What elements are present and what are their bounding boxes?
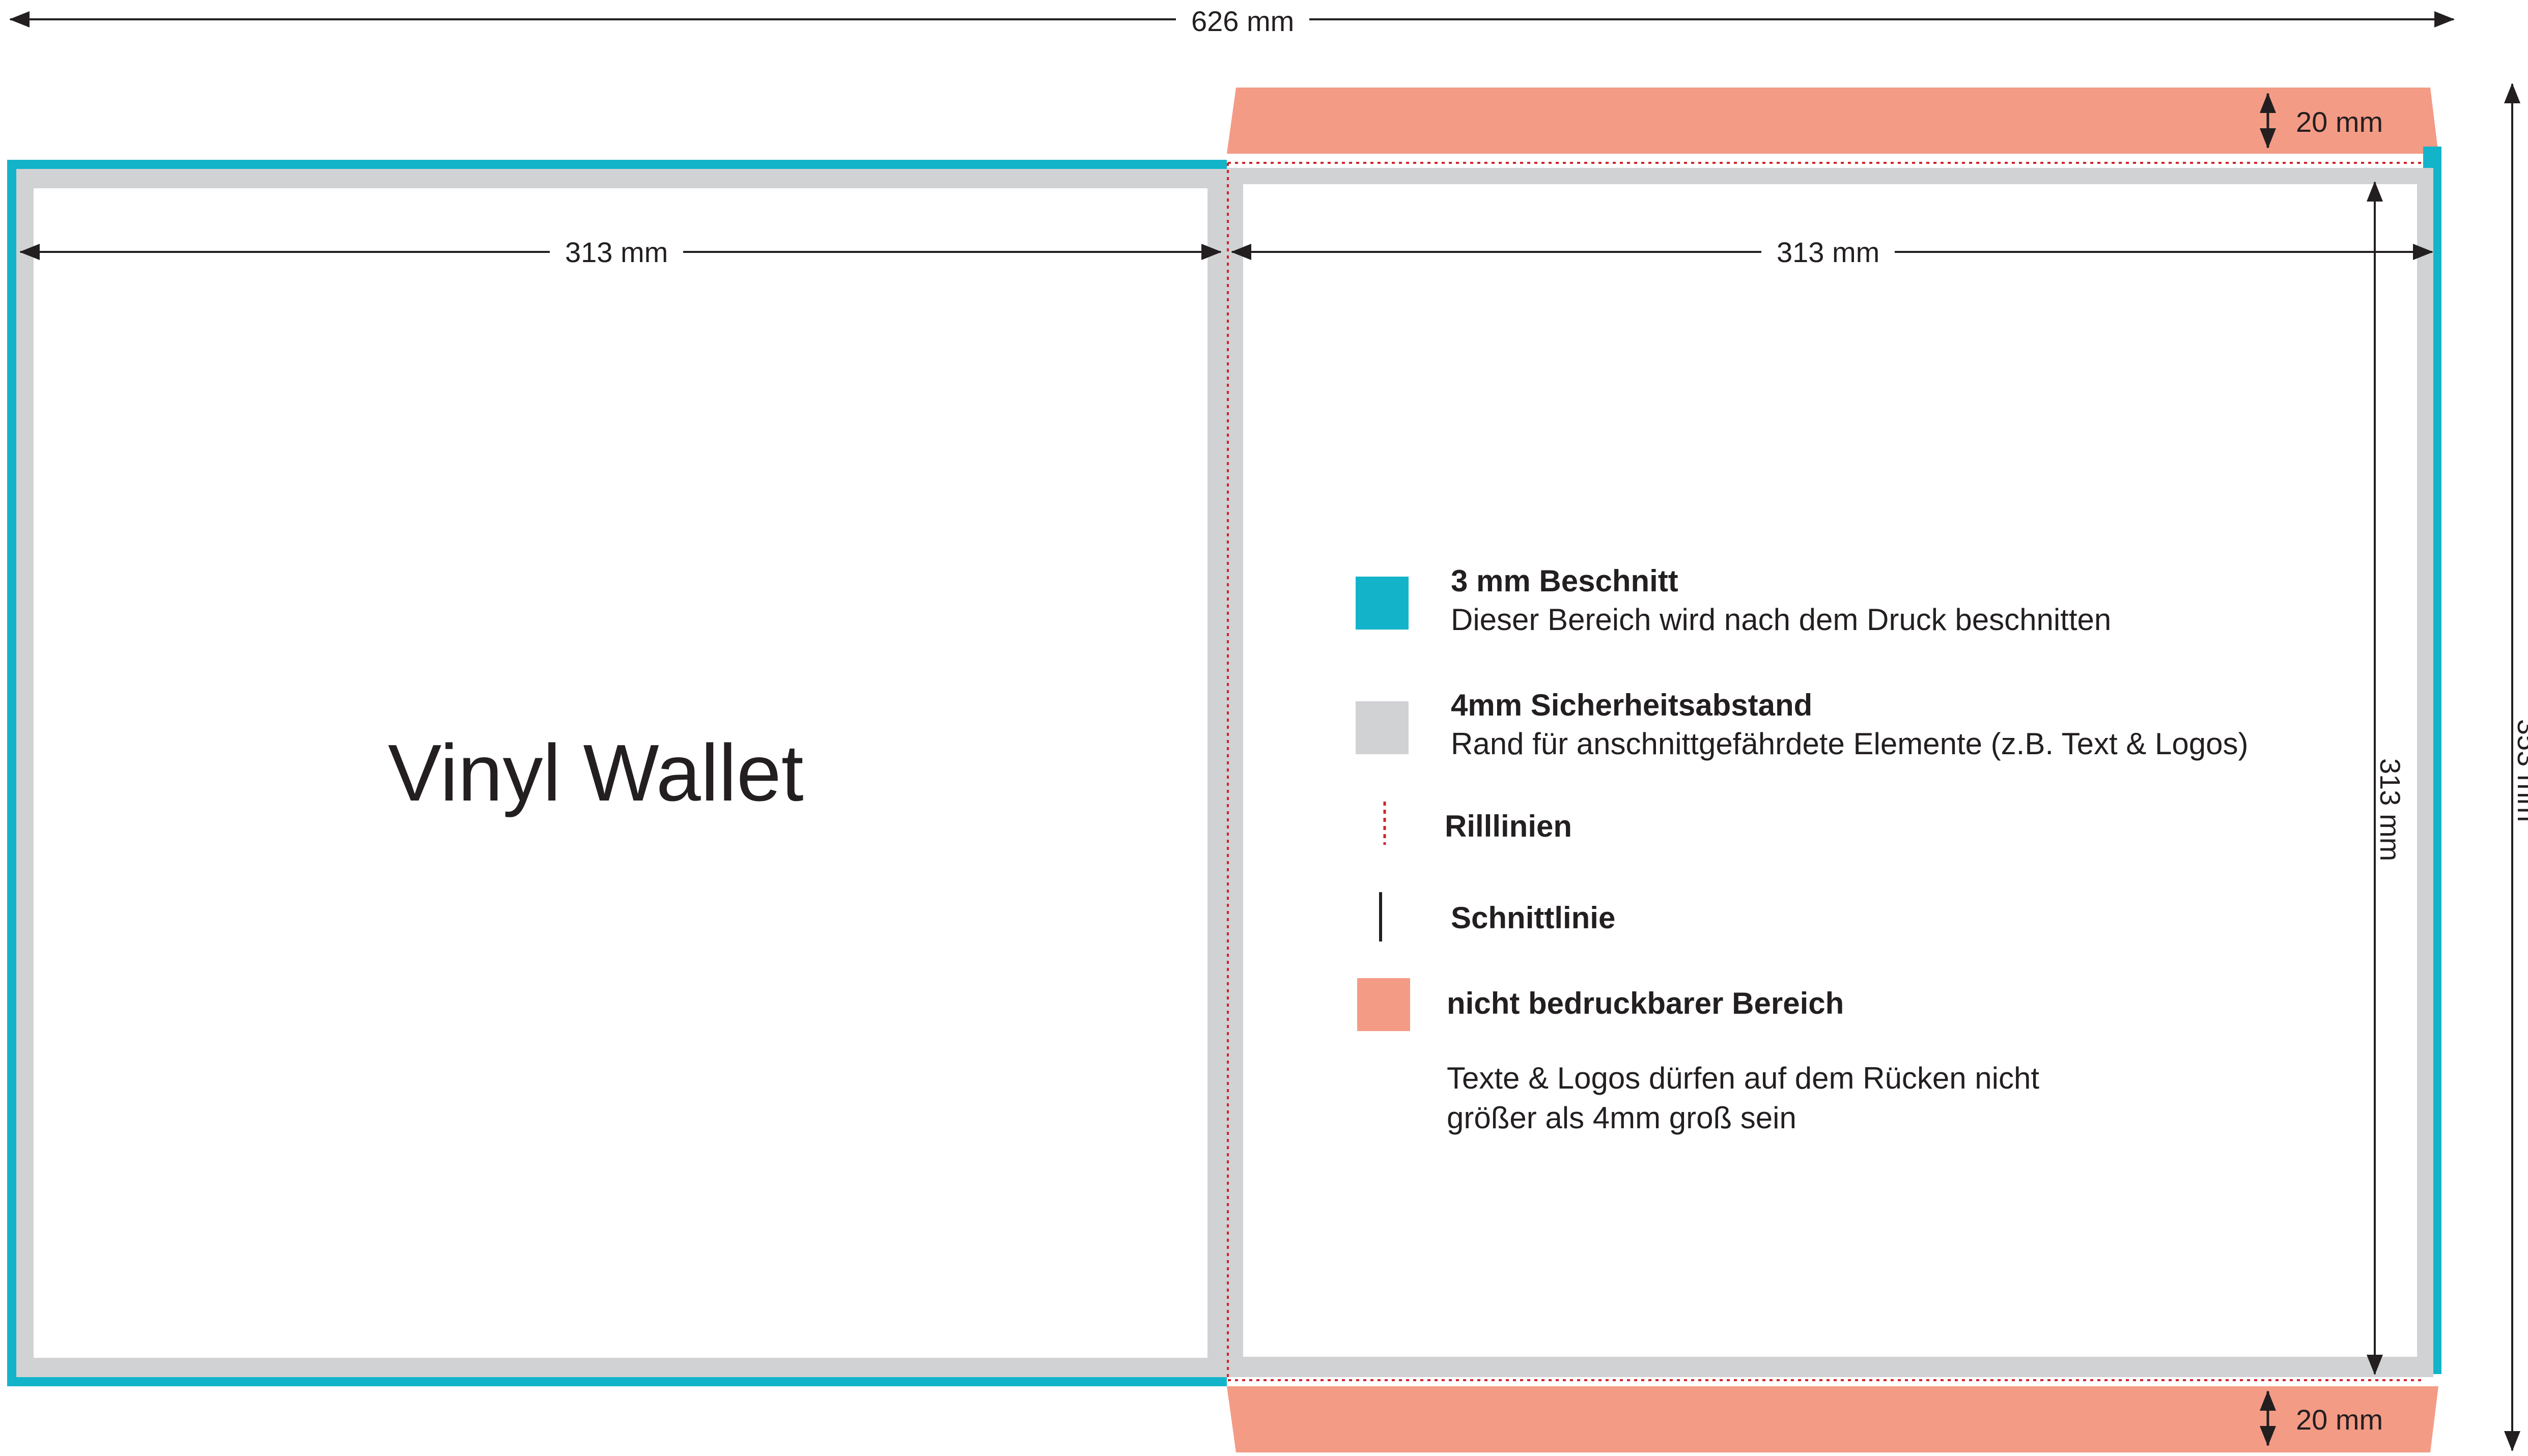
legend-swatch-bleed (1356, 577, 1409, 630)
legend-swatch-safety (1356, 701, 1409, 754)
legend-safety-desc: Rand für anschnittgefährdete Elemente (z… (1451, 727, 2249, 761)
legend-unprintable-title: nicht bedruckbarer Bereich (1447, 986, 1844, 1020)
legend-safety-title: 4mm Sicherheitsabstand (1451, 688, 1813, 722)
legend-bleed-title: 3 mm Beschnitt (1451, 564, 1678, 598)
dimension-label-bottom-flap: 20 mm (2296, 1404, 2383, 1436)
dimension-label-top-flap: 20 mm (2296, 106, 2383, 138)
legend-cut-title: Schnittlinie (1451, 901, 1616, 935)
top-flap-unprintable (1227, 88, 2438, 154)
dimension-label-total-width: 626 mm (1176, 7, 1310, 36)
legend-swatch-unprintable (1357, 978, 1410, 1031)
dimension-label-right-panel: 313 mm (1761, 238, 1895, 267)
spine-note-line1: Texte & Logos dürfen auf dem Rücken nich… (1447, 1061, 2040, 1095)
legend-bleed-desc: Dieser Bereich wird nach dem Druck besch… (1451, 603, 2112, 637)
legend-crease-title: Rilllinien (1445, 809, 1572, 843)
bottom-flap-unprintable (1227, 1386, 2438, 1452)
vinyl-wallet-template: 626 mm 313 mm 313 mm 313 mm 353 mm 20 mm… (0, 0, 2528, 1456)
dimension-label-panel-height: 313 mm (2374, 743, 2406, 875)
dimension-label-left-panel: 313 mm (550, 238, 684, 267)
right-panel-live-area (1243, 184, 2417, 1357)
spine-note-line2: größer als 4mm groß sein (1447, 1101, 1796, 1135)
dimension-label-total-height: 353 mm (2512, 704, 2528, 836)
product-title: Vinyl Wallet (388, 728, 804, 818)
